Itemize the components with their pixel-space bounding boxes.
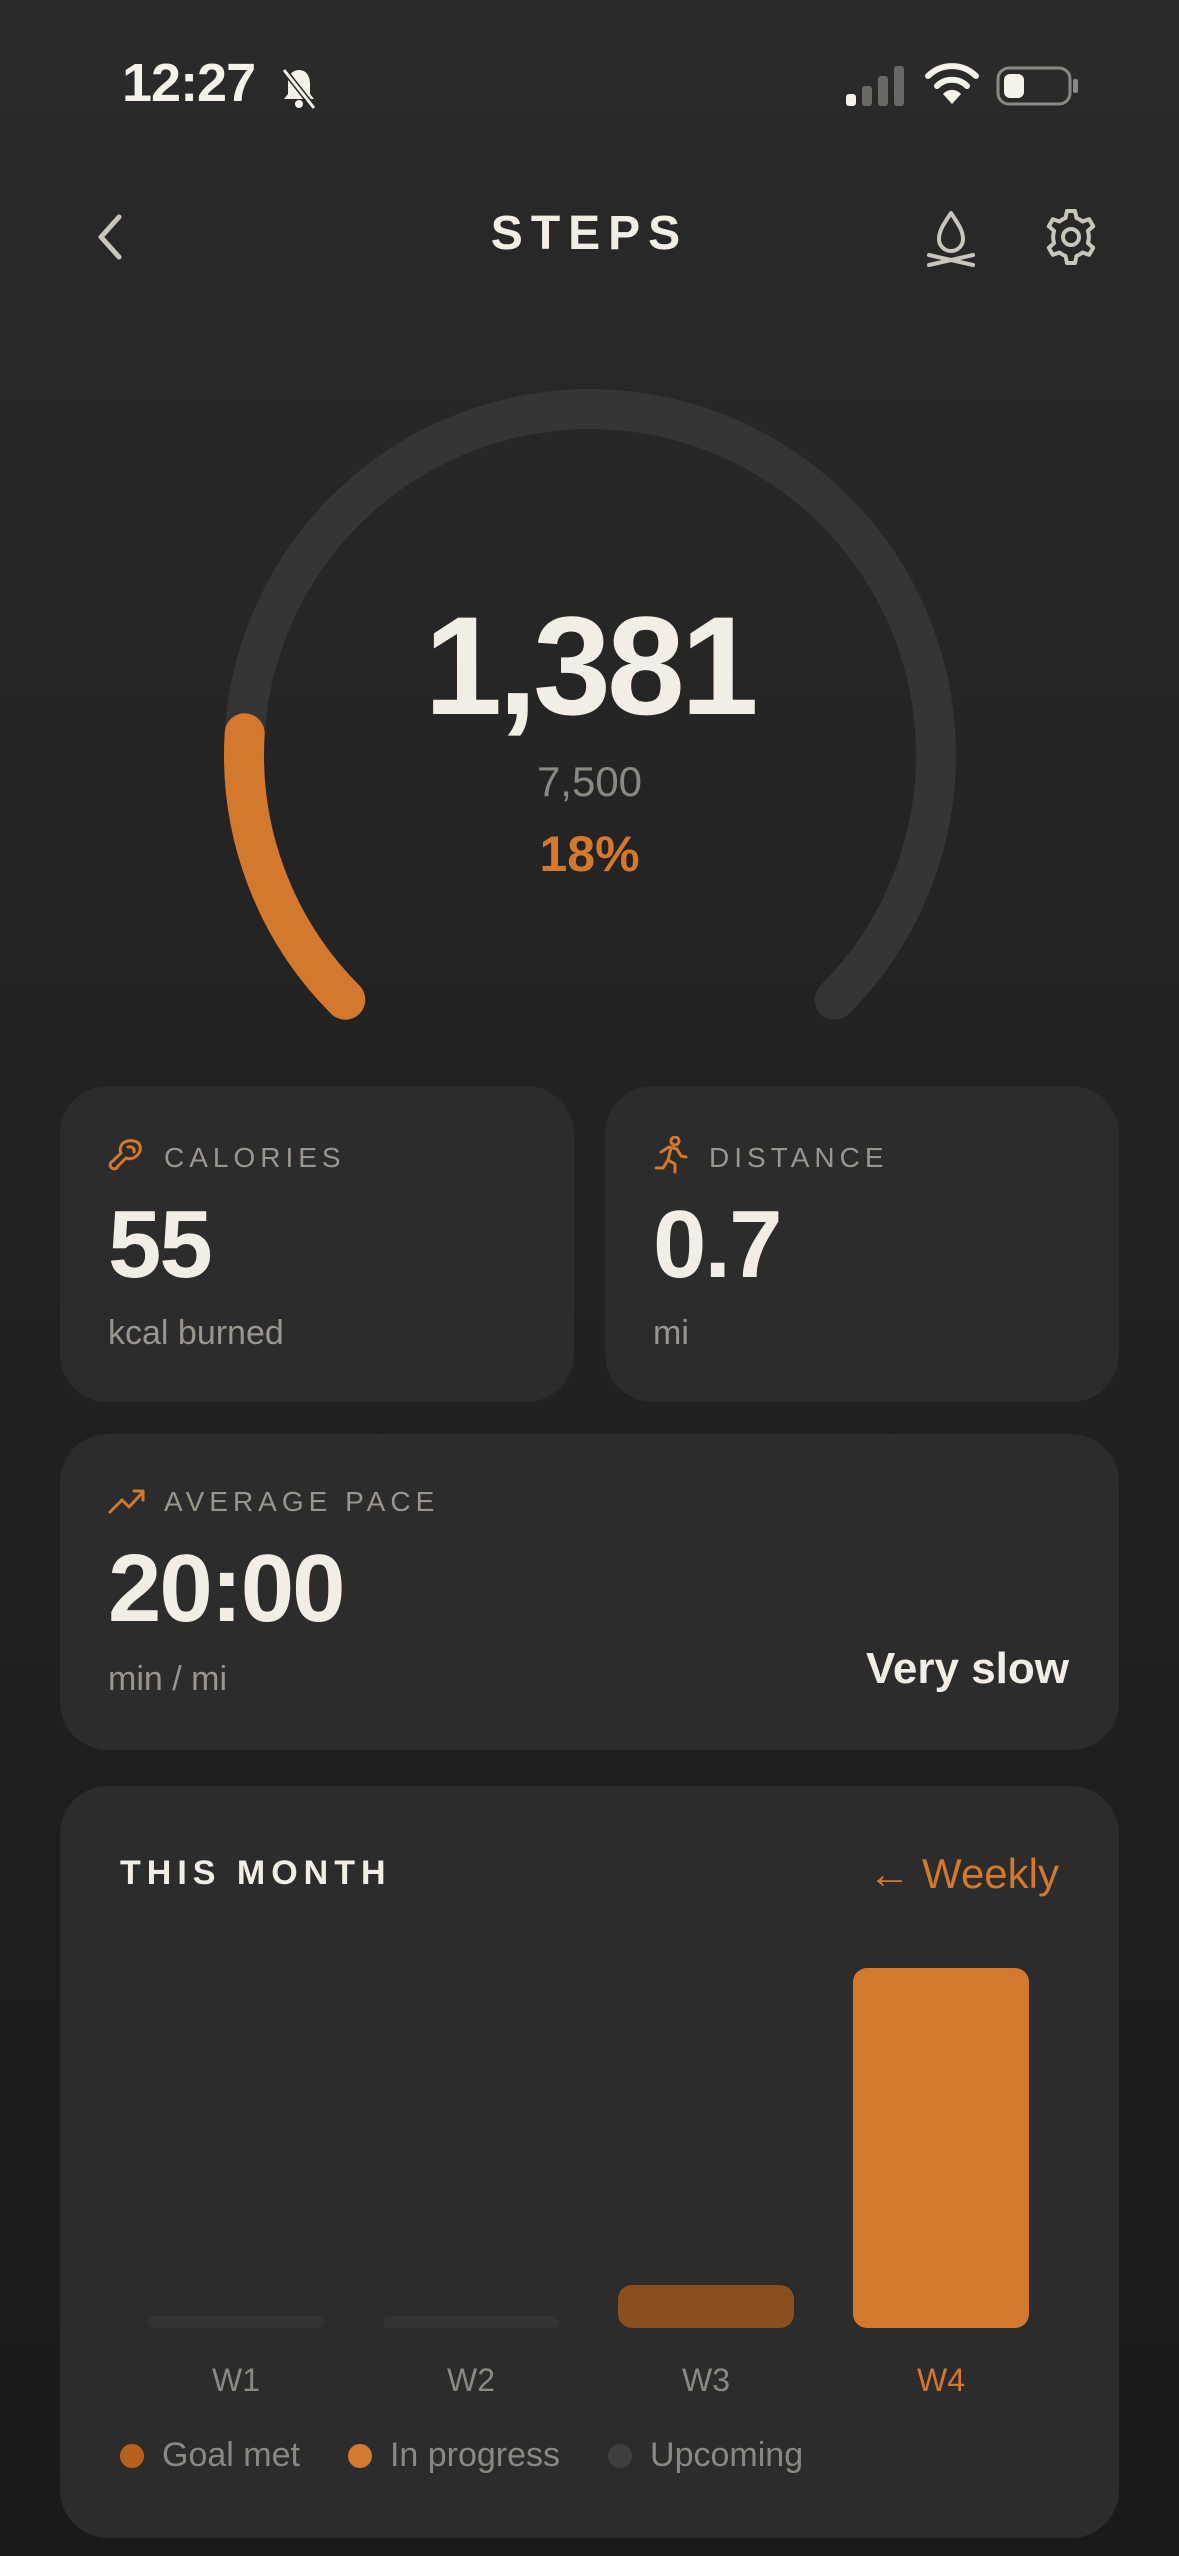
trend-up-icon xyxy=(108,1489,145,1514)
pace-rating: Very slow xyxy=(865,1644,1069,1693)
distance-unit: mi xyxy=(653,1314,689,1352)
legend-dot xyxy=(120,2443,144,2468)
week-bar-w4[interactable] xyxy=(853,1968,1029,2328)
chart-legend: Goal met In progress Upcoming xyxy=(120,2436,803,2475)
calories-value: 55 xyxy=(108,1191,213,1298)
week-label-w3: W3 xyxy=(682,2362,730,2398)
week-bar-w3[interactable] xyxy=(618,2285,794,2328)
distance-card[interactable]: DISTANCE 0.7 mi xyxy=(605,1086,1119,1402)
calories-unit: kcal burned xyxy=(108,1314,284,1352)
pace-unit: min / mi xyxy=(108,1660,227,1698)
step-goal: 7,500 xyxy=(536,758,643,805)
legend-dot xyxy=(347,2443,372,2468)
legend-upcoming: Upcoming xyxy=(608,2436,803,2475)
pace-value: 20:00 xyxy=(108,1535,346,1642)
month-title: THIS MONTH xyxy=(120,1854,392,1892)
week-bar-w1[interactable] xyxy=(148,2316,324,2328)
weekly-toggle-link[interactable]: ← Weekly xyxy=(868,1850,1059,1898)
week-label-w2: W2 xyxy=(447,2362,495,2398)
legend-in-progress: In progress xyxy=(347,2436,561,2475)
calories-card[interactable]: CALORIES 55 kcal burned xyxy=(60,1086,574,1402)
legend-goal-met: Goal met xyxy=(120,2436,300,2475)
legend-dot xyxy=(608,2443,633,2468)
distance-label: DISTANCE xyxy=(709,1142,889,1173)
week-bar-w2[interactable] xyxy=(383,2316,559,2328)
legend-label: Upcoming xyxy=(650,2436,804,2474)
distance-value: 0.7 xyxy=(653,1191,782,1298)
legend-label: Goal met xyxy=(162,2436,300,2474)
average-pace-card[interactable]: AVERAGE PACE 20:00 min / mi Very slow xyxy=(60,1434,1119,1750)
step-count: 1,381 xyxy=(424,587,758,744)
week-label-w1: W1 xyxy=(212,2362,260,2398)
drumstick-icon xyxy=(108,1139,142,1171)
steps-gauge xyxy=(224,389,956,1020)
this-month-card: THIS MONTH ← Weekly W1 W2 W3 W4 Goal met In… xyxy=(60,1786,1119,2538)
pace-label: AVERAGE PACE xyxy=(164,1486,440,1517)
calories-label: CALORIES xyxy=(164,1142,346,1173)
goal-percent: 18% xyxy=(539,826,640,882)
week-label-w4: W4 xyxy=(917,2362,965,2398)
legend-label: In progress xyxy=(389,2436,561,2474)
runner-icon xyxy=(654,1136,688,1174)
